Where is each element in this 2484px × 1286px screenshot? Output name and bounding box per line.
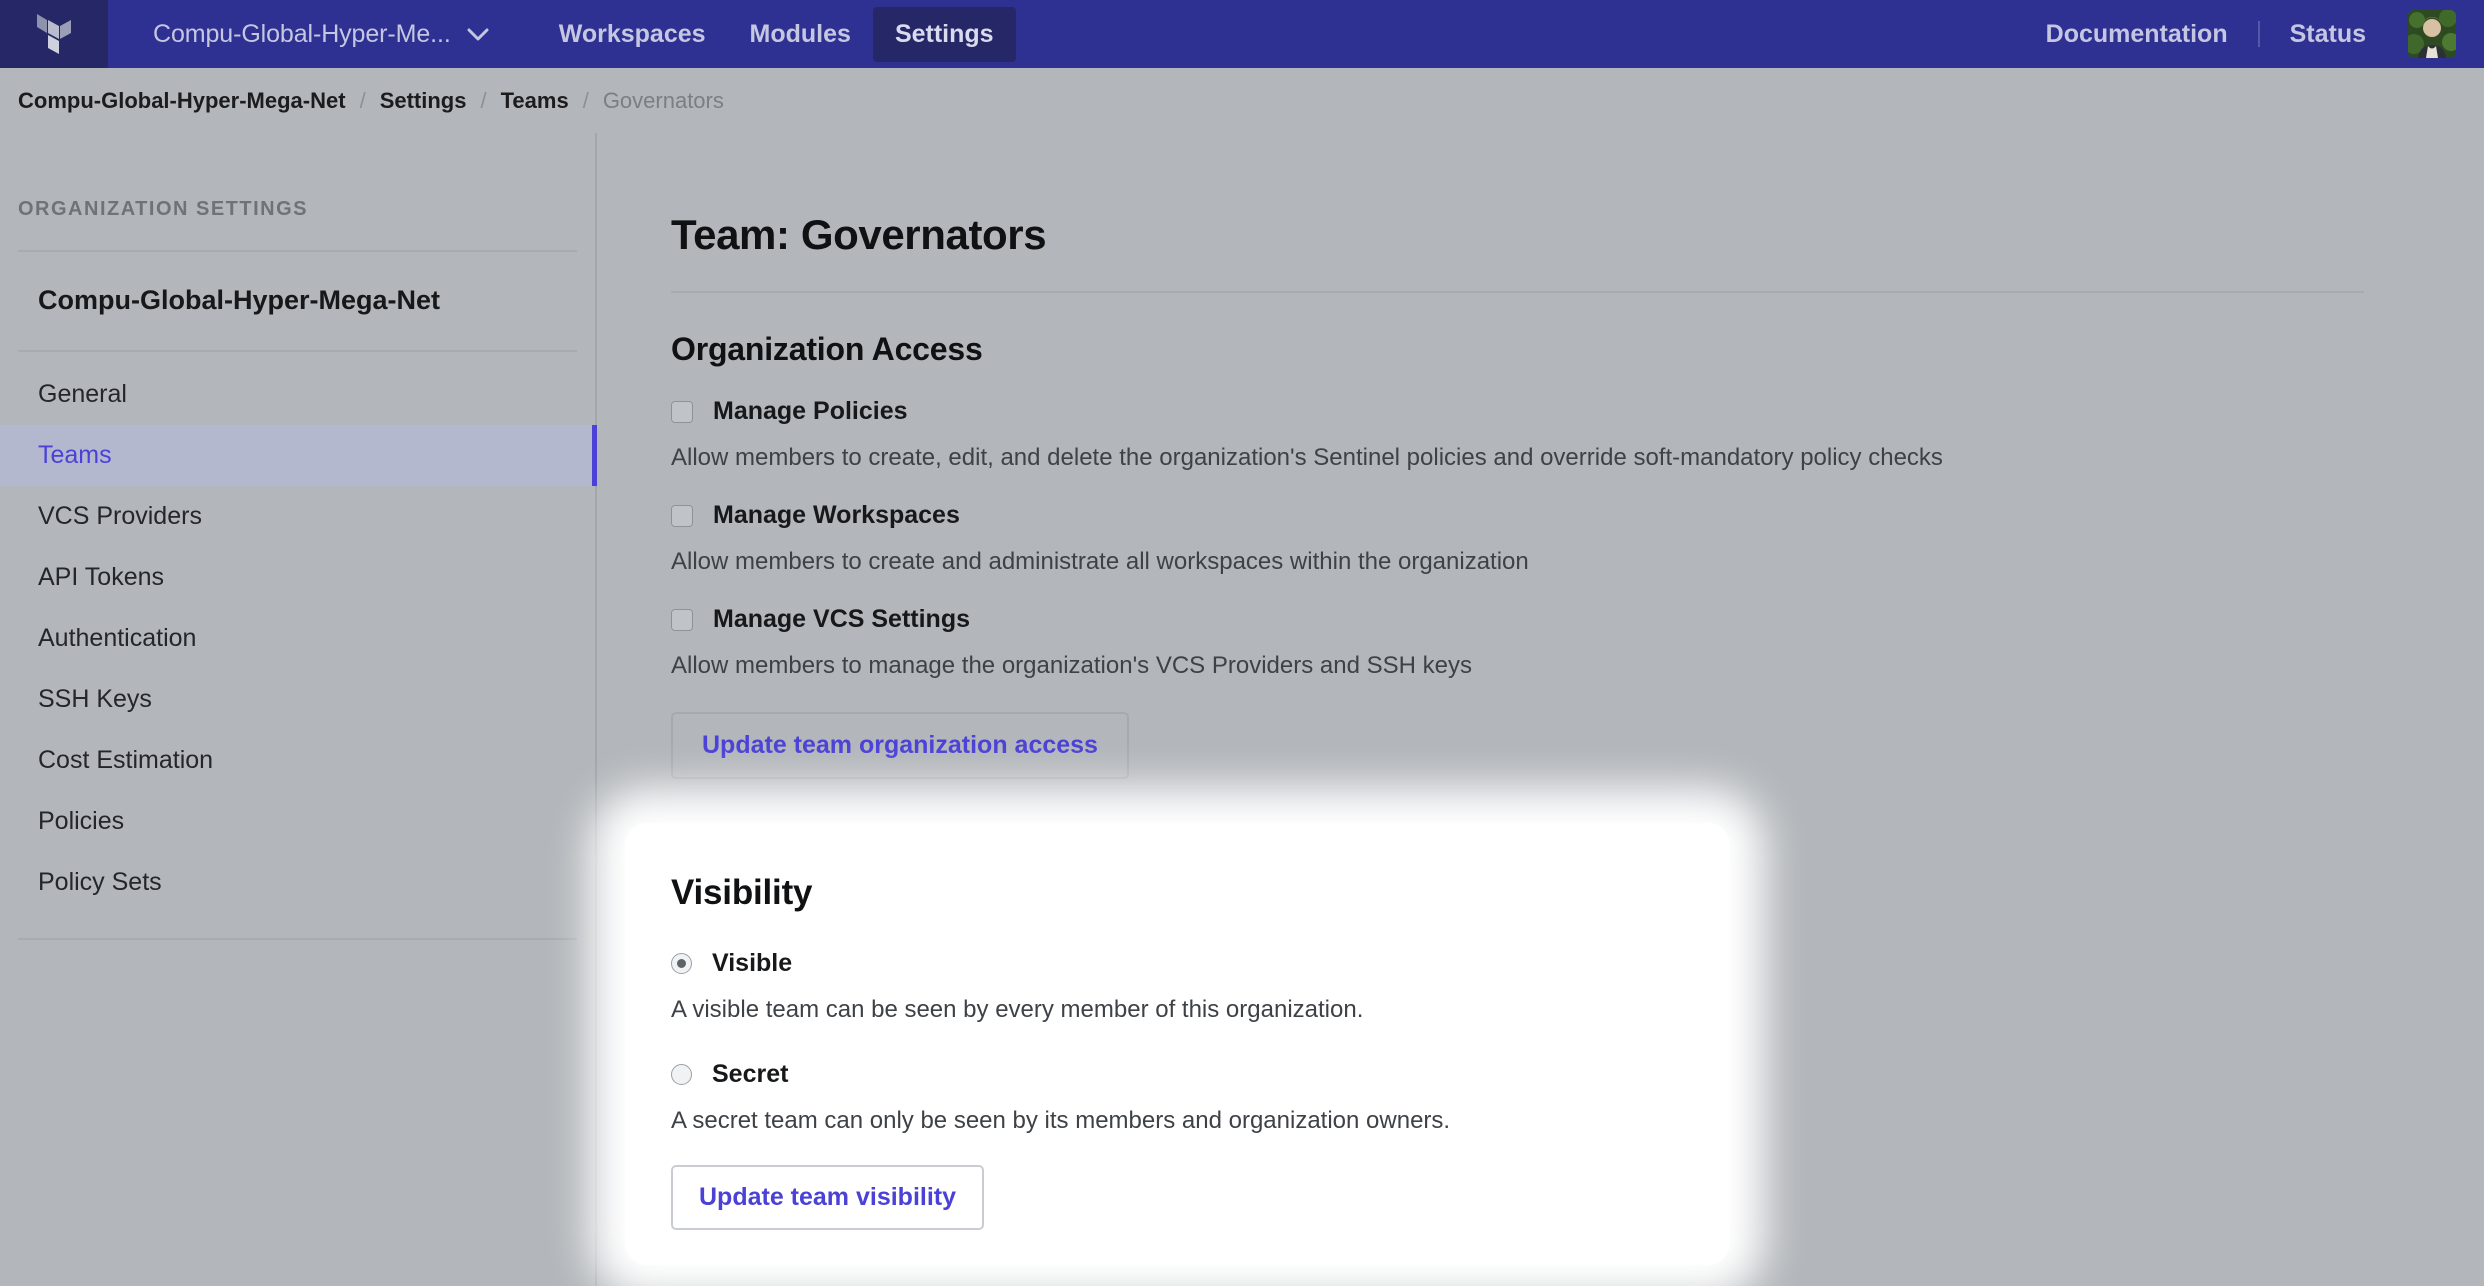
main-content: Team: Governators Organization Access Ma… (599, 133, 2484, 1286)
checkbox-manage-policies[interactable] (671, 401, 693, 423)
radio-description-secret: A secret team can only be seen by its me… (625, 1089, 1730, 1135)
sidebar-item-policy-sets[interactable]: Policy Sets (0, 852, 595, 913)
top-nav-right-group: Documentation Status (2042, 0, 2484, 68)
checkbox-description-manage-workspaces: Allow members to create and administrate… (599, 530, 2484, 576)
organization-access-heading: Organization Access (599, 293, 2484, 368)
sidebar-divider (18, 938, 577, 940)
org-switcher-dropdown[interactable]: Compu-Global-Hyper-Me... (147, 12, 495, 57)
nav-divider (2258, 21, 2260, 47)
top-navigation-bar: Compu-Global-Hyper-Me... Workspaces Modu… (0, 0, 2484, 68)
checkbox-row-manage-policies[interactable]: Manage Policies (599, 368, 2484, 426)
nav-link-settings[interactable]: Settings (873, 7, 1016, 62)
checkbox-manage-workspaces[interactable] (671, 505, 693, 527)
checkbox-manage-vcs-settings[interactable] (671, 609, 693, 631)
radio-secret[interactable] (671, 1064, 692, 1085)
terraform-logo-icon[interactable] (0, 0, 108, 68)
checkbox-description-manage-policies: Allow members to create, edit, and delet… (599, 426, 2484, 472)
sidebar-heading: ORGANIZATION SETTINGS (0, 133, 595, 221)
breadcrumb-item-organization[interactable]: Compu-Global-Hyper-Mega-Net (18, 88, 346, 114)
sidebar-item-teams[interactable]: Teams (0, 425, 597, 486)
update-team-organization-access-button[interactable]: Update team organization access (671, 712, 1129, 779)
breadcrumb-separator: / (480, 88, 486, 114)
breadcrumb-item-settings[interactable]: Settings (380, 88, 467, 114)
breadcrumb-separator: / (583, 88, 589, 114)
page-title: Team: Governators (599, 133, 2484, 259)
breadcrumb-separator: / (360, 88, 366, 114)
user-avatar[interactable] (2408, 10, 2456, 58)
radio-row-visible[interactable]: Visible (625, 913, 1730, 978)
checkbox-row-manage-vcs-settings[interactable]: Manage VCS Settings (599, 576, 2484, 634)
breadcrumb-item-current: Governators (603, 88, 724, 114)
sidebar-item-api-tokens[interactable]: API Tokens (0, 547, 595, 608)
breadcrumb-item-teams[interactable]: Teams (501, 88, 569, 114)
sidebar-org-name: Compu-Global-Hyper-Mega-Net (0, 252, 595, 316)
radio-row-secret[interactable]: Secret (625, 1024, 1730, 1089)
sidebar-item-authentication[interactable]: Authentication (0, 608, 595, 669)
checkbox-label-manage-workspaces: Manage Workspaces (713, 501, 960, 530)
chevron-down-icon (467, 28, 489, 41)
settings-sidebar: ORGANIZATION SETTINGS Compu-Global-Hyper… (0, 133, 597, 1286)
status-link[interactable]: Status (2286, 14, 2370, 55)
nav-link-modules[interactable]: Modules (728, 7, 873, 62)
checkbox-description-manage-vcs-settings: Allow members to manage the organization… (599, 634, 2484, 680)
checkbox-row-manage-workspaces[interactable]: Manage Workspaces (599, 472, 2484, 530)
visibility-section: Visibility Visible A visible team can be… (625, 823, 1730, 1265)
radio-visible[interactable] (671, 953, 692, 974)
sidebar-nav-list: General Teams VCS Providers API Tokens A… (0, 352, 595, 913)
sidebar-item-general[interactable]: General (0, 364, 595, 425)
visibility-heading: Visibility (625, 823, 1730, 913)
radio-label-secret: Secret (712, 1060, 788, 1089)
org-switcher-label: Compu-Global-Hyper-Me... (153, 20, 451, 49)
checkbox-label-manage-policies: Manage Policies (713, 397, 908, 426)
sidebar-item-ssh-keys[interactable]: SSH Keys (0, 669, 595, 730)
sidebar-item-policies[interactable]: Policies (0, 791, 595, 852)
update-team-visibility-button[interactable]: Update team visibility (671, 1165, 984, 1230)
nav-link-workspaces[interactable]: Workspaces (537, 7, 728, 62)
sidebar-item-cost-estimation[interactable]: Cost Estimation (0, 730, 595, 791)
sidebar-item-vcs-providers[interactable]: VCS Providers (0, 486, 595, 547)
radio-label-visible: Visible (712, 949, 792, 978)
primary-nav: Workspaces Modules Settings (537, 7, 1016, 62)
breadcrumb: Compu-Global-Hyper-Mega-Net / Settings /… (0, 68, 2484, 133)
checkbox-label-manage-vcs-settings: Manage VCS Settings (713, 605, 970, 634)
documentation-link[interactable]: Documentation (2042, 14, 2232, 55)
radio-description-visible: A visible team can be seen by every memb… (625, 978, 1730, 1024)
